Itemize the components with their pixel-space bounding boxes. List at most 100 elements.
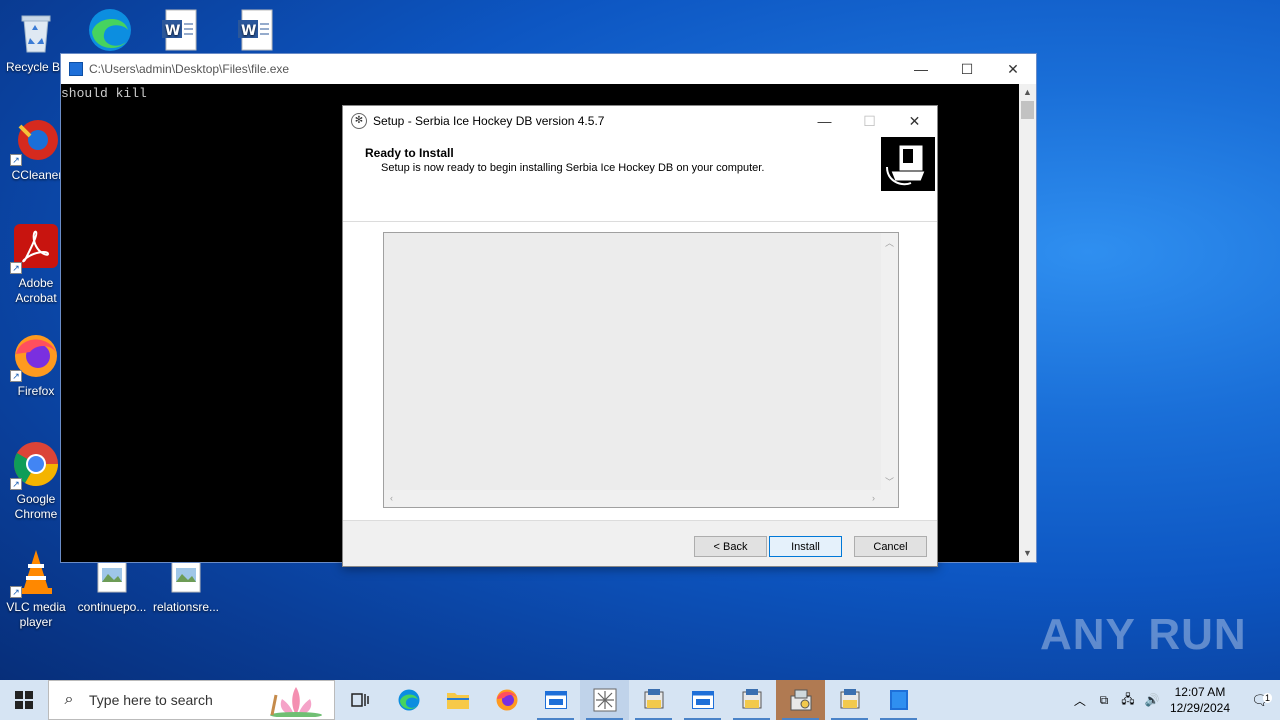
shortcut-arrow-icon: ↗ [10, 154, 22, 166]
taskbar-file-explorer[interactable] [433, 680, 482, 720]
windows-logo-icon [15, 691, 33, 709]
setup-dialog[interactable]: ✻ Setup - Serbia Ice Hockey DB version 4… [342, 105, 938, 567]
setup-app-icon: ✻ [351, 113, 367, 129]
show-hidden-icons-chevron-icon[interactable]: ︿ [1068, 692, 1092, 709]
desktop-icon-word-1[interactable]: W [150, 8, 210, 56]
scroll-up-arrow-icon[interactable]: ︿ [885, 236, 894, 249]
meet-now-icon[interactable]: ⧉ [1092, 693, 1116, 708]
console-titlebar[interactable]: C:\Users\admin\Desktop\Files\file.exe — … [61, 54, 1036, 84]
edge-icon [86, 6, 134, 54]
search-placeholder: Type here to search [89, 692, 213, 708]
taskbar-app-5[interactable] [825, 680, 874, 720]
image-file-icon [88, 560, 136, 596]
firefox-icon [496, 689, 517, 711]
installer-app-icon [742, 689, 761, 709]
desktop-icon-label: relationsre... [152, 600, 220, 614]
setup-body: ︿ ﹀ ‹ › [343, 222, 937, 522]
shortcut-arrow-icon: ↗ [10, 262, 22, 274]
taskbar-app-3[interactable] [727, 680, 776, 720]
desktop-icon-relationsre[interactable]: relationsre... [150, 560, 222, 615]
watermark-text: ANY RUN [1040, 610, 1247, 659]
scroll-left-arrow-icon[interactable]: ‹ [390, 493, 393, 503]
maximize-button[interactable]: ☐ [944, 54, 990, 84]
acrobat-icon: ↗ [10, 224, 60, 274]
package-app-icon [790, 689, 811, 711]
taskbar-app-2[interactable] [678, 680, 727, 720]
task-view-button[interactable] [335, 680, 384, 720]
taskbar-setup[interactable] [580, 680, 629, 720]
task-view-icon [350, 693, 369, 707]
taskbar-app-4[interactable] [776, 680, 825, 720]
image-file-icon [162, 560, 210, 596]
svg-text:W: W [241, 23, 256, 39]
taskbar-edge[interactable] [384, 680, 433, 720]
page-subheading: Setup is now ready to begin installing S… [381, 162, 765, 174]
close-button[interactable]: ✕ [990, 54, 1036, 84]
memo-horizontal-scrollbar[interactable]: ‹ › [384, 490, 881, 507]
clock-date: 12/29/2024 [1169, 701, 1230, 715]
back-button[interactable]: < Back [694, 536, 767, 557]
vlc-cone-icon: ↗ [10, 548, 60, 598]
volume-icon[interactable]: 🔊 [1140, 693, 1164, 707]
desktop-icon-word-2[interactable]: W [226, 8, 286, 56]
console-app-icon [69, 62, 83, 76]
shortcut-arrow-icon: ↗ [10, 370, 22, 382]
desktop-icon-edge[interactable] [80, 6, 140, 58]
search-highlight-lotus-icon [270, 687, 322, 717]
recycle-bin-icon [12, 8, 60, 56]
installer-logo-icon [881, 137, 935, 191]
notification-count: 1 [1262, 692, 1272, 703]
taskbar-app-6[interactable] [874, 680, 923, 720]
taskbar-app-1[interactable] [629, 680, 678, 720]
memo-vertical-scrollbar[interactable]: ︿ ﹀ [881, 233, 898, 490]
scroll-corner [881, 490, 898, 507]
clock-time: 12:07 AM [1174, 685, 1226, 699]
shortcut-arrow-icon: ↗ [10, 478, 22, 490]
installer-app-icon [644, 689, 663, 709]
anyrun-watermark: ANY RUN [1040, 610, 1247, 660]
word-doc-icon: W [156, 8, 204, 56]
setup-titlebar[interactable]: ✻ Setup - Serbia Ice Hockey DB version 4… [343, 106, 937, 136]
edge-icon [398, 689, 419, 711]
scroll-up-arrow-icon[interactable]: ▲ [1019, 84, 1036, 101]
desktop-icon-label: continuepo... [77, 600, 147, 614]
console-scrollbar[interactable]: ▲ ▼ [1019, 84, 1036, 562]
install-button[interactable]: Install [769, 536, 842, 557]
minimize-button[interactable]: — [898, 54, 944, 84]
start-button[interactable] [0, 680, 48, 720]
desktop-icon-label: VLC media player [6, 600, 66, 629]
word-doc-icon: W [232, 8, 280, 56]
search-icon: ⌕ [64, 691, 74, 708]
installer-app-icon [840, 689, 859, 709]
scroll-thumb[interactable] [1021, 101, 1034, 119]
maximize-button: ☐ [863, 112, 876, 129]
blue-app-icon [889, 690, 908, 710]
action-center-button[interactable]: 🗨 1 [1240, 692, 1280, 709]
scroll-down-arrow-icon[interactable]: ﹀ [885, 475, 894, 488]
scroll-right-arrow-icon[interactable]: › [872, 493, 875, 503]
taskbar-console[interactable] [531, 680, 580, 720]
close-button[interactable]: ✕ [892, 106, 937, 136]
setup-header: Ready to Install Setup is now ready to b… [343, 136, 937, 222]
minimize-button[interactable]: — [802, 106, 847, 136]
taskbar-search-box[interactable]: ⌕ Type here to search [48, 680, 335, 720]
setup-footer: < Back Install Cancel [343, 520, 937, 566]
cancel-button[interactable]: Cancel [854, 536, 927, 557]
scroll-down-arrow-icon[interactable]: ▼ [1019, 545, 1036, 562]
system-tray: ︿ ⧉ 🖧 🔊 12:07 AM 12/29/2024 🗨 1 [1068, 680, 1280, 720]
svg-text:W: W [165, 23, 180, 39]
folder-icon [446, 693, 469, 709]
ready-memo[interactable]: ︿ ﹀ ‹ › [383, 232, 899, 508]
network-icon[interactable]: 🖧 [1116, 690, 1140, 711]
page-heading: Ready to Install [365, 146, 454, 160]
setup-title: Setup - Serbia Ice Hockey DB version 4.5… [373, 114, 605, 128]
setup-icon [593, 688, 616, 712]
clock[interactable]: 12:07 AM 12/29/2024 [1170, 684, 1230, 716]
window-app-icon [691, 691, 714, 709]
desktop-icon-continuepo[interactable]: continuepo... [76, 560, 148, 615]
chrome-icon: ↗ [10, 440, 60, 490]
taskbar-firefox[interactable] [482, 680, 531, 720]
shortcut-arrow-icon: ↗ [10, 586, 22, 598]
firefox-icon: ↗ [10, 332, 60, 382]
taskbar: ⌕ Type here to search ︿ ⧉ 🖧 🔊 12:07 AM 1… [0, 680, 1280, 720]
